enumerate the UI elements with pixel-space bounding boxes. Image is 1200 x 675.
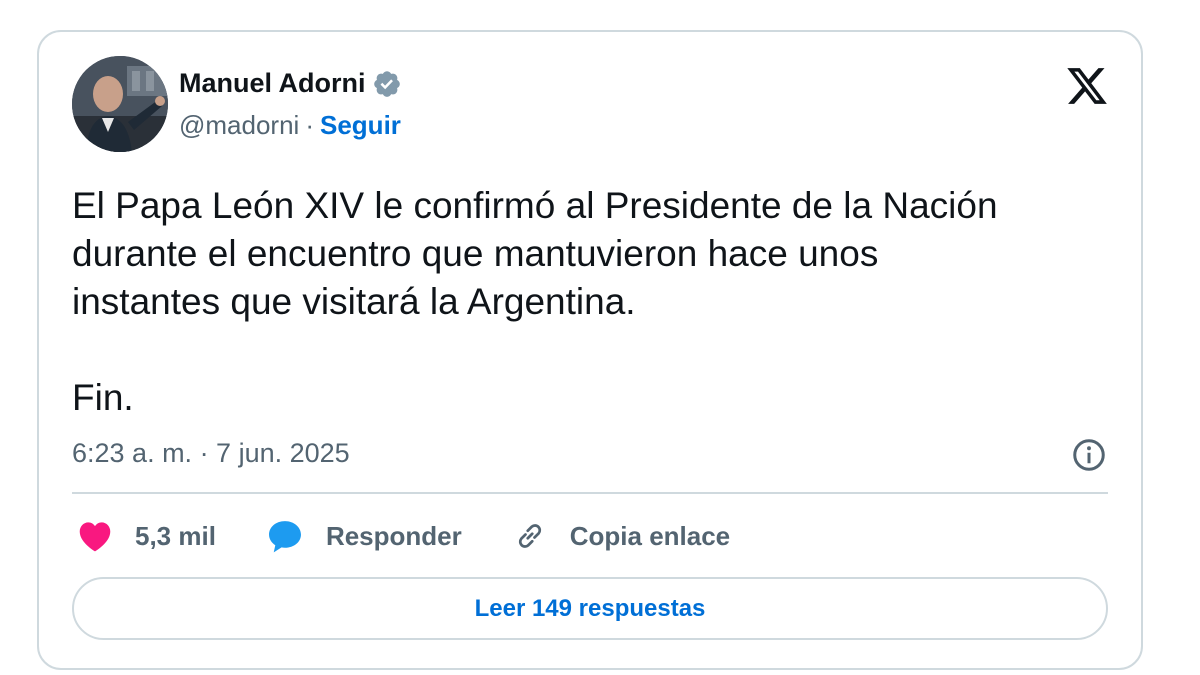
x-logo-icon[interactable]: [1065, 64, 1109, 108]
link-icon: [512, 518, 548, 554]
action-bar: 5,3 mil Responder Copia enlace: [77, 516, 780, 556]
read-replies-button[interactable]: Leer 149 respuestas: [72, 577, 1108, 640]
author-handle-row: @madorni · Seguir: [179, 110, 401, 141]
heart-icon: [77, 520, 113, 552]
speech-bubble-icon: [266, 518, 304, 554]
tweet-timestamp[interactable]: 6:23 a. m. · 7 jun. 2025: [72, 438, 350, 469]
like-count: 5,3 mil: [135, 520, 216, 551]
copy-link-label: Copia enlace: [569, 520, 731, 551]
follow-button[interactable]: Seguir: [320, 110, 401, 141]
copy-link-button[interactable]: Copia enlace: [512, 518, 730, 554]
author-handle[interactable]: @madorni: [179, 110, 299, 141]
reply-label: Responder: [325, 520, 462, 551]
like-button[interactable]: 5,3 mil: [77, 520, 216, 552]
avatar[interactable]: [72, 56, 168, 152]
divider: [72, 492, 1108, 494]
author-name-row: Manuel Adorni: [179, 68, 402, 99]
reply-button[interactable]: Responder: [266, 518, 462, 554]
verified-badge-icon: [372, 69, 402, 99]
info-icon[interactable]: [1071, 437, 1107, 473]
separator-dot: ·: [305, 110, 314, 140]
tweet-card: Manuel Adorni @madorni · Seguir El Papa …: [37, 30, 1143, 670]
tweet-text: El Papa León XIV le confirmó al Presiden…: [72, 185, 998, 418]
author-display-name[interactable]: Manuel Adorni: [179, 68, 366, 99]
